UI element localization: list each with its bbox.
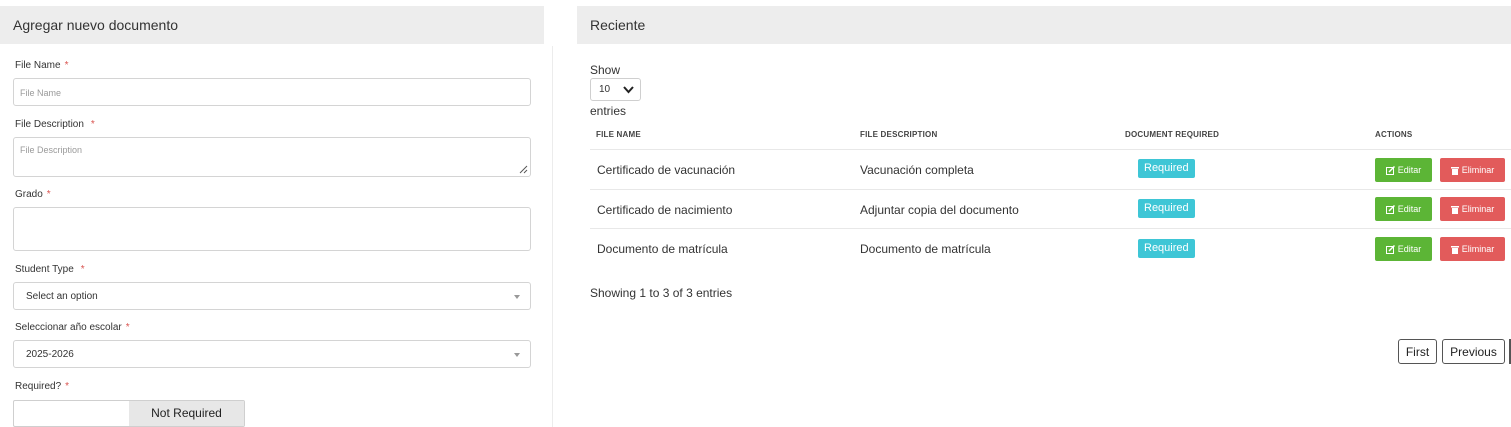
edit-button[interactable]: Editar	[1375, 197, 1432, 221]
delete-button[interactable]: Eliminar	[1440, 158, 1505, 182]
chevron-down-icon	[623, 86, 634, 94]
file-description-placeholder: File Description	[20, 145, 83, 155]
delete-button[interactable]: Eliminar	[1440, 197, 1505, 221]
table-info: Showing 1 to 3 of 3 entries	[590, 286, 733, 300]
table-row: Documento de matrícula Documento de matr…	[590, 228, 1511, 268]
file-name-input[interactable]: File Name	[13, 78, 531, 106]
school-year-value: 2025-2026	[26, 349, 74, 360]
file-description-textarea[interactable]: File Description	[13, 137, 531, 177]
column-header-file-description[interactable]: FILE DESCRIPTION	[860, 130, 937, 139]
grado-label: Grado *	[15, 189, 51, 200]
recent-title: Reciente	[577, 6, 1511, 44]
edit-button[interactable]: Editar	[1375, 237, 1432, 261]
required-toggle[interactable]: Not Required	[13, 400, 245, 427]
edit-icon	[1385, 204, 1395, 214]
grado-input[interactable]	[13, 207, 531, 251]
dropdown-caret-icon	[514, 353, 520, 357]
required-badge: Required	[1138, 239, 1195, 258]
file-description-label: File Description *	[15, 119, 95, 130]
column-header-document-required[interactable]: DOCUMENT REQUIRED	[1125, 130, 1219, 139]
trash-icon	[1450, 205, 1459, 214]
description-cell: Vacunación completa	[860, 163, 974, 177]
trash-icon	[1450, 245, 1459, 254]
description-cell: Adjuntar copia del documento	[860, 203, 1019, 217]
required-badge: Required	[1138, 159, 1195, 178]
file-name-label: File Name *	[15, 60, 69, 71]
table-row: Certificado de nacimiento Adjuntar copia…	[590, 189, 1511, 229]
panel-divider	[552, 46, 553, 427]
delete-button[interactable]: Eliminar	[1440, 237, 1505, 261]
not-required-option[interactable]: Not Required	[129, 401, 244, 426]
file-name-cell: Documento de matrícula	[597, 242, 728, 256]
required-label: Required? *	[15, 381, 70, 392]
edit-icon	[1385, 244, 1395, 254]
file-name-placeholder: File Name	[20, 88, 62, 98]
required-badge: Required	[1138, 199, 1195, 218]
resize-handle-icon[interactable]	[519, 165, 528, 174]
student-type-select[interactable]: Select an option	[13, 282, 531, 310]
student-type-value: Select an option	[26, 291, 98, 302]
file-name-cell: Certificado de vacunación	[597, 163, 736, 177]
pagination-first-button[interactable]: First	[1398, 339, 1437, 364]
show-label: Show	[590, 63, 621, 77]
edit-button[interactable]: Editar	[1375, 158, 1432, 182]
student-type-label: Student Type *	[15, 264, 85, 275]
description-cell: Documento de matrícula	[860, 242, 991, 256]
school-year-label: Seleccionar año escolar *	[15, 322, 130, 333]
file-name-cell: Certificado de nacimiento	[597, 203, 733, 217]
entries-select[interactable]: 10	[590, 78, 641, 101]
entries-label: entries	[590, 104, 627, 118]
school-year-select[interactable]: 2025-2026	[13, 340, 531, 368]
add-document-title: Agregar nuevo documento	[0, 6, 544, 44]
pagination-previous-button[interactable]: Previous	[1442, 339, 1505, 364]
trash-icon	[1450, 166, 1459, 175]
table-row: Certificado de vacunación Vacunación com…	[590, 149, 1511, 189]
column-header-file-name[interactable]: FILE NAME	[596, 130, 641, 139]
edit-icon	[1385, 165, 1395, 175]
column-header-actions: ACTIONS	[1375, 130, 1413, 139]
dropdown-caret-icon	[514, 295, 520, 299]
entries-value: 10	[599, 84, 611, 95]
